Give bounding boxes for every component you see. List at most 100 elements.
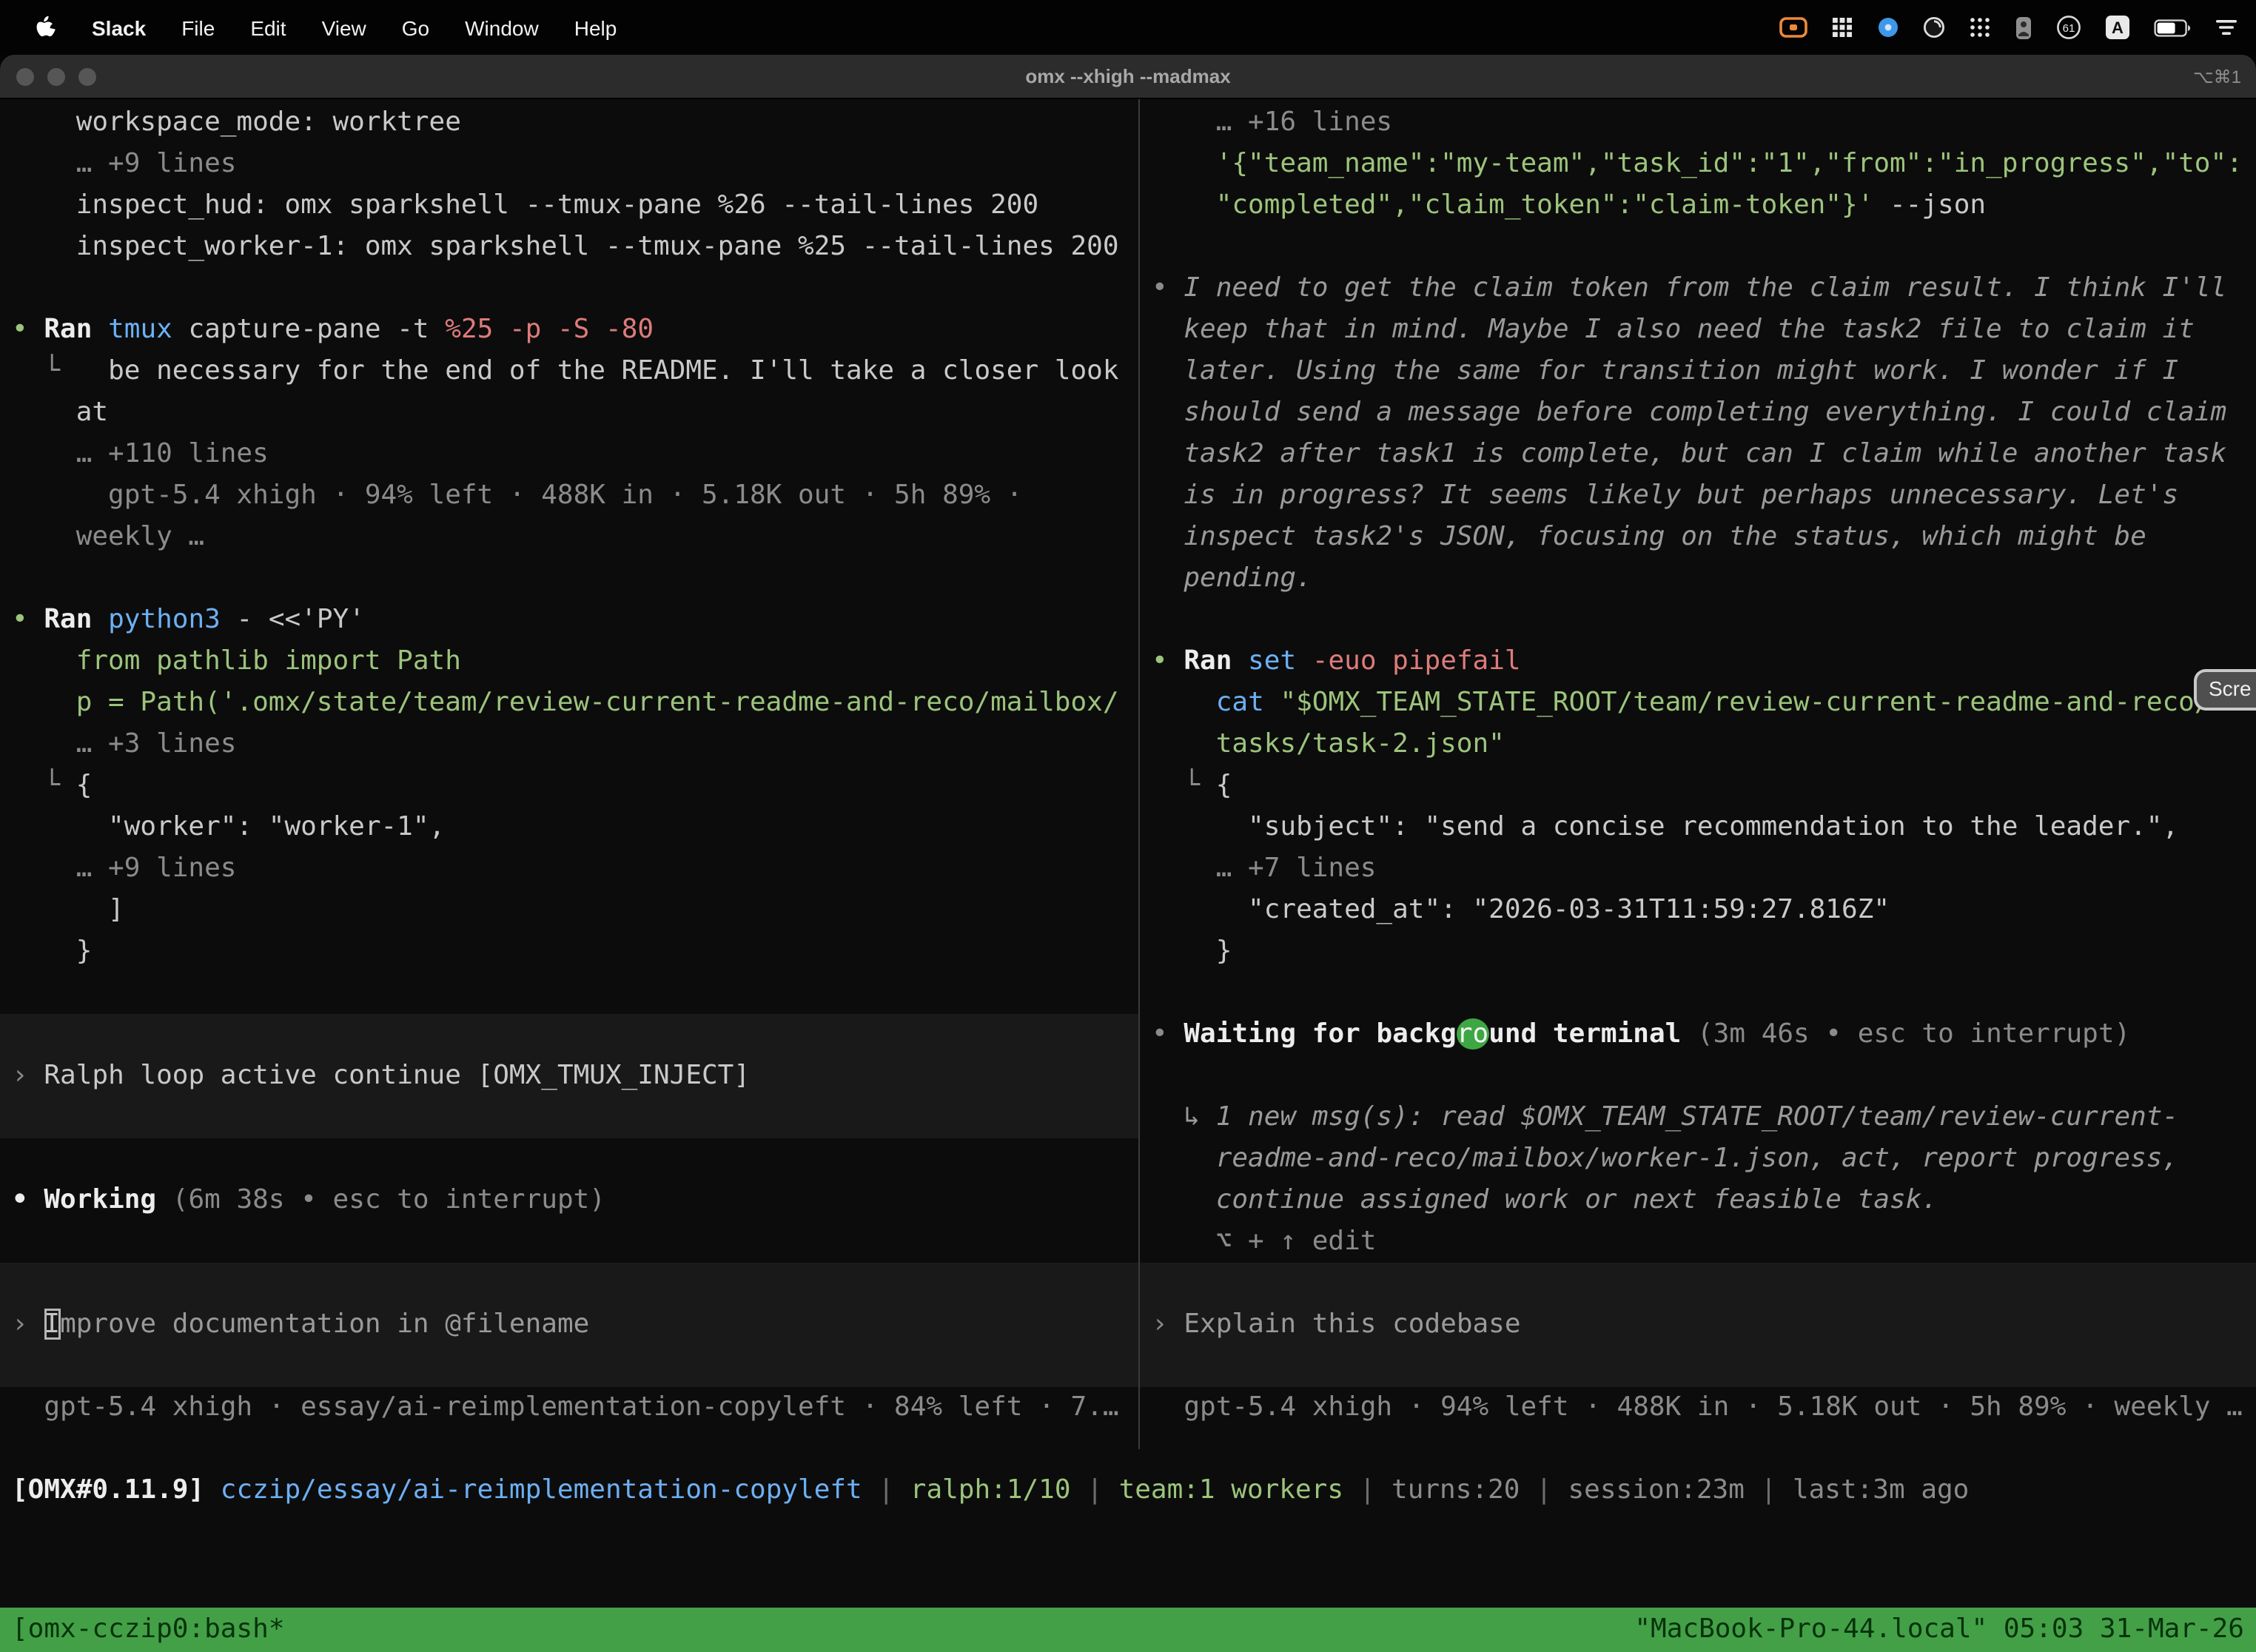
- terminal-line: readme-and-reco/mailbox/worker-1.json, a…: [1152, 1138, 2256, 1180]
- terminal-line: gpt-5.4 xhigh · 94% left · 488K in · 5.1…: [12, 475, 1138, 517]
- terminal-line: [1152, 1055, 2256, 1097]
- screen: Slack File Edit View Go Window Help: [0, 0, 2256, 1652]
- prompt-band[interactable]: › Explain this codebase: [1140, 1263, 2256, 1387]
- left-pane[interactable]: workspace_mode: worktree … +9 lines insp…: [0, 99, 1138, 1467]
- close-button[interactable]: [16, 67, 34, 85]
- terminal-line: "created_at": "2026-03-31T11:59:27.816Z": [1152, 890, 2256, 931]
- menu-bar-left: Slack File Edit View Go Window Help: [18, 15, 634, 40]
- terminal-line: }: [1152, 931, 2256, 973]
- terminal-line: • I need to get the claim token from the…: [1152, 268, 2256, 309]
- terminal-line: cat "$OMX_TEAM_STATE_ROOT/team/review-cu…: [1152, 682, 2256, 724]
- terminal-line: • Ran tmux capture-pane -t %25 -p -S -80: [12, 309, 1138, 351]
- tmux-panes: workspace_mode: worktree … +9 lines insp…: [0, 99, 2256, 1467]
- terminal-line: is in progress? It seems likely but perh…: [1152, 475, 2256, 517]
- terminal-line: ⌥ + ↑ edit: [1152, 1221, 2256, 1263]
- battery-icon[interactable]: [2154, 19, 2191, 36]
- terminal-line: [12, 558, 1138, 600]
- terminal-line: › Explain this codebase: [1152, 1304, 2256, 1346]
- minimize-button[interactable]: [47, 67, 65, 85]
- terminal-line: tasks/task-2.json": [1152, 724, 2256, 765]
- terminal-line: p = Path('.omx/state/team/review-current…: [12, 682, 1138, 724]
- terminal-line: [12, 973, 1138, 1014]
- terminal-line: ↳ 1 new msg(s): read $OMX_TEAM_STATE_ROO…: [1152, 1097, 2256, 1138]
- svg-text:A: A: [2112, 19, 2124, 37]
- omx-status-line: [OMX#0.11.9] cczip/essay/ai-reimplementa…: [0, 1470, 2256, 1511]
- terminal-line: pending.: [1152, 558, 2256, 600]
- input-source-icon[interactable]: A: [2105, 15, 2130, 40]
- right-pane[interactable]: … +16 lines '{"team_name":"my-team","tas…: [1140, 99, 2256, 1467]
- terminal-line: … +9 lines: [12, 144, 1138, 185]
- screen-tooltip: Scre: [2194, 669, 2256, 711]
- zoom-button[interactable]: [78, 67, 96, 85]
- terminal-line: should send a message before completing …: [1152, 392, 2256, 434]
- screen-recording-indicator-icon[interactable]: [1779, 16, 1807, 38]
- prompt-band[interactable]: › Improve documentation in @filename: [0, 1263, 1138, 1387]
- terminal-line: "worker": "worker-1",: [12, 807, 1138, 848]
- terminal-line: › Improve documentation in @filename: [12, 1304, 1138, 1346]
- terminal-line: "completed","claim_token":"claim-token"}…: [1152, 185, 2256, 226]
- terminal-window: omx --xhigh --madmax ⌥⌘1 workspace_mode:…: [0, 55, 2256, 1652]
- terminal-line: … +16 lines: [1152, 102, 2256, 144]
- menu-file[interactable]: File: [164, 16, 232, 39]
- terminal-line: workspace_mode: worktree: [12, 102, 1138, 144]
- dots-grid-icon[interactable]: [1969, 16, 1991, 38]
- terminal-line: gpt-5.4 xhigh · 94% left · 488K in · 5.1…: [1152, 1387, 2256, 1428]
- terminal-line: … +110 lines: [12, 434, 1138, 475]
- terminal-line: [OMX#0.11.9] cczip/essay/ai-reimplementa…: [12, 1470, 2256, 1511]
- terminal-line: └ {: [1152, 765, 2256, 807]
- terminal-line: at: [12, 392, 1138, 434]
- person-badge-icon[interactable]: [2015, 16, 2032, 39]
- terminal-line: • Working (6m 38s • esc to interrupt): [12, 1180, 1138, 1221]
- menu-bar-status-icons: 61 A: [1779, 15, 2238, 40]
- terminal-line: inspect_worker-1: omx sparkshell --tmux-…: [12, 226, 1138, 268]
- terminal-line: inspect task2's JSON, focusing on the st…: [1152, 517, 2256, 558]
- terminal-line: }: [12, 931, 1138, 973]
- terminal-line: ]: [12, 890, 1138, 931]
- grid-table-icon[interactable]: [1831, 16, 1853, 38]
- swirl-app-icon[interactable]: [1923, 16, 1945, 38]
- menu-window[interactable]: Window: [447, 16, 557, 39]
- terminal-line: weekly …: [12, 517, 1138, 558]
- terminal-line: … +7 lines: [1152, 848, 2256, 890]
- menu-help[interactable]: Help: [557, 16, 635, 39]
- tmux-status-bar: [omx-cczip0:bash* "MacBook-Pro-44.local"…: [0, 1608, 2256, 1652]
- menu-bar: Slack File Edit View Go Window Help: [0, 0, 2256, 55]
- terminal-line: from pathlib import Path: [12, 641, 1138, 682]
- terminal-line: • Ran set -euo pipefail: [1152, 641, 2256, 682]
- menu-go[interactable]: Go: [384, 16, 447, 39]
- terminal-line: … +3 lines: [12, 724, 1138, 765]
- terminal-line: └ be necessary for the end of the README…: [12, 351, 1138, 392]
- prompt-band[interactable]: › Ralph loop active continue [OMX_TMUX_I…: [0, 1014, 1138, 1138]
- tmux-host-clock-label: "MacBook-Pro-44.local" 05:03 31-Mar-26: [1634, 1609, 2244, 1651]
- window-title-bar[interactable]: omx --xhigh --madmax ⌥⌘1: [0, 55, 2256, 99]
- terminal-line: [12, 1138, 1138, 1180]
- terminal-line: gpt-5.4 xhigh · essay/ai-reimplementatio…: [12, 1387, 1138, 1428]
- traffic-lights: [16, 67, 96, 85]
- signal-lines-icon[interactable]: [2215, 18, 2238, 37]
- terminal-line: [1152, 973, 2256, 1014]
- terminal-line: "subject": "send a concise recommendatio…: [1152, 807, 2256, 848]
- terminal-line: task2 after task1 is complete, but can I…: [1152, 434, 2256, 475]
- battery-percent-badge-icon[interactable]: 61: [2056, 15, 2081, 40]
- blue-app-icon[interactable]: [1877, 16, 1899, 38]
- svg-text:61: 61: [2063, 22, 2075, 35]
- terminal-line: keep that in mind. Maybe I also need the…: [1152, 309, 2256, 351]
- terminal-line: '{"team_name":"my-team","task_id":"1","f…: [1152, 144, 2256, 185]
- terminal-line: › Ralph loop active continue [OMX_TMUX_I…: [12, 1055, 1138, 1097]
- window-title: omx --xhigh --madmax: [0, 65, 2256, 87]
- terminal-line: inspect_hud: omx sparkshell --tmux-pane …: [12, 185, 1138, 226]
- tmux-session-label: [omx-cczip0:bash*: [12, 1609, 284, 1651]
- terminal-line: [1152, 226, 2256, 268]
- terminal-line: … +9 lines: [12, 848, 1138, 890]
- terminal-line: [12, 268, 1138, 309]
- app-menu-slack[interactable]: Slack: [74, 16, 164, 39]
- terminal-line: [12, 1221, 1138, 1263]
- apple-menu-icon[interactable]: [18, 15, 74, 40]
- window-shortcut-hint: ⌥⌘1: [2193, 66, 2241, 87]
- terminal-content: workspace_mode: worktree … +9 lines insp…: [0, 99, 2256, 1652]
- terminal-line: continue assigned work or next feasible …: [1152, 1180, 2256, 1221]
- menu-view[interactable]: View: [304, 16, 384, 39]
- menu-edit[interactable]: Edit: [232, 16, 303, 39]
- terminal-line: • Ran python3 - <<'PY': [12, 600, 1138, 641]
- terminal-line: └ {: [12, 765, 1138, 807]
